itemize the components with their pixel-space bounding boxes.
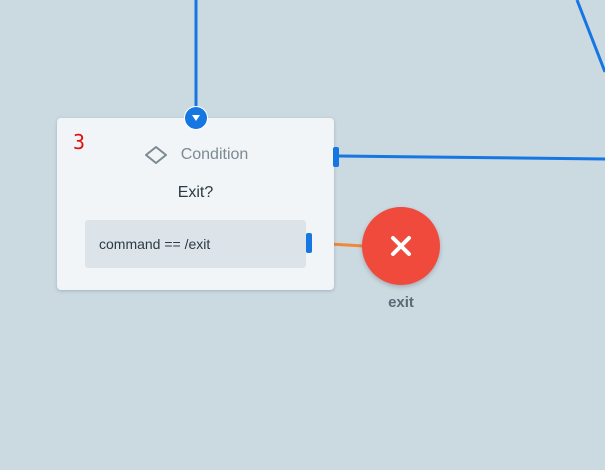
- close-icon: [391, 236, 411, 256]
- default-output-port[interactable]: [333, 147, 339, 167]
- input-port[interactable]: [185, 107, 207, 129]
- node-type-header: Condition: [57, 145, 334, 165]
- edge-outgoing-right[interactable]: [338, 154, 605, 161]
- condition-output-port[interactable]: [306, 233, 312, 253]
- node-type-label: Condition: [180, 146, 249, 163]
- flow-canvas[interactable]: 3 Condition Exit? command == /exit exit: [0, 0, 605, 470]
- edge-offscreen-diagonal[interactable]: [575, 0, 605, 73]
- node-title: Exit?: [177, 184, 214, 201]
- exit-node-label: exit: [388, 294, 414, 311]
- condition-expression[interactable]: command == /exit: [85, 220, 306, 268]
- condition-node[interactable]: 3 Condition Exit? command == /exit: [57, 118, 339, 290]
- diamond-icon: [143, 145, 169, 165]
- chevron-down-icon: [192, 115, 200, 121]
- exit-node[interactable]: [362, 207, 440, 285]
